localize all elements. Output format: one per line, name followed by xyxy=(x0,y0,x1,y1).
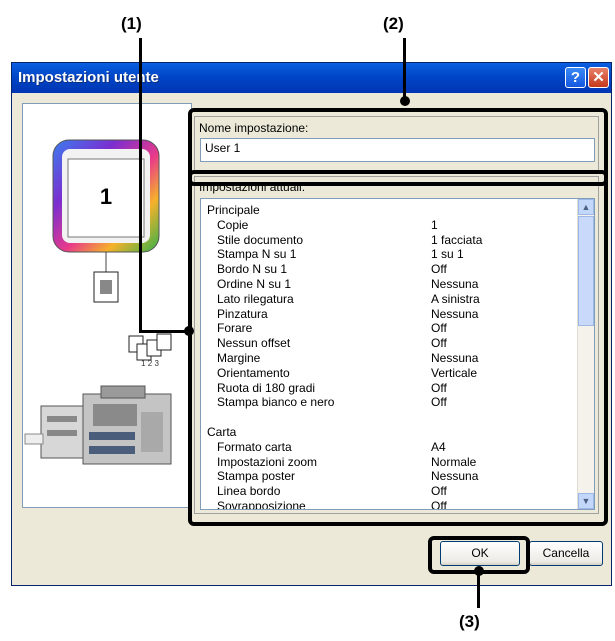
setting-value: Off xyxy=(431,321,447,336)
setting-key: Ruota di 180 gradi xyxy=(217,380,316,395)
setting-key: Linea bordo xyxy=(217,484,281,499)
settings-row: Stampa N su 1 1 su 1 xyxy=(207,247,567,262)
setting-key: Formato carta xyxy=(217,439,292,454)
help-button[interactable]: ? xyxy=(565,67,586,88)
staple-label: 1 2 3 xyxy=(141,359,159,368)
current-settings-list[interactable]: Principale Copie 1 Stile documento 1 facciat… xyxy=(200,198,595,510)
setting-value: Normale xyxy=(431,454,477,469)
scroll-thumb[interactable] xyxy=(578,216,594,326)
settings-row: Stampa poster Nessuna xyxy=(207,469,567,484)
settings-row: Lato rilegatura A sinistra xyxy=(207,292,567,307)
setting-key: Sovrapposizione xyxy=(217,498,306,510)
dialog-title: Impostazioni utente xyxy=(18,69,159,86)
current-settings-label: Impostazioni attuali: xyxy=(199,180,306,194)
vertical-scrollbar[interactable]: ▲ ▼ xyxy=(577,199,594,509)
title-bar[interactable]: Impostazioni utente ? ✕ xyxy=(12,63,611,93)
setting-value: Verticale xyxy=(431,365,478,380)
callout-2: (2) xyxy=(383,14,404,33)
setting-key: Ordine N su 1 xyxy=(217,276,292,291)
setting-value: Nessuna xyxy=(431,276,479,291)
leader-line-2 xyxy=(403,38,406,100)
settings-row: Copie 1 xyxy=(207,218,567,233)
setting-name-input[interactable]: User 1 xyxy=(200,138,595,162)
setting-value: 1 su 1 xyxy=(431,247,464,262)
callout-3: (3) xyxy=(459,612,480,631)
setting-key: Forare xyxy=(217,321,253,336)
setting-key: Pinzatura xyxy=(217,306,268,321)
setting-value: 1 facciata xyxy=(431,232,483,247)
user-settings-dialog: Impostazioni utente ? ✕ 1 1 2 3 Nome imp… xyxy=(11,62,612,586)
settings-row: Linea bordo Off xyxy=(207,484,567,499)
setting-key: Bordo N su 1 xyxy=(217,262,288,277)
settings-row: Nessun offset Off xyxy=(207,336,567,351)
setting-key: Stampa poster xyxy=(217,469,296,484)
setting-key: Stampa N su 1 xyxy=(217,247,297,262)
setting-key: Copie xyxy=(217,217,249,232)
setting-value: Off xyxy=(431,262,447,277)
setting-key: Stile documento xyxy=(217,232,304,247)
print-preview-pane: 1 1 2 3 xyxy=(22,103,192,508)
settings-rows: Principale Copie 1 Stile documento 1 facciat… xyxy=(207,203,567,510)
settings-row: Principale xyxy=(207,203,567,218)
settings-row: Sovrapposizione Off xyxy=(207,498,567,510)
setting-value: 1 xyxy=(431,217,438,232)
settings-row: Ruota di 180 gradi Off xyxy=(207,381,567,396)
setting-key: Margine xyxy=(217,350,261,365)
leader-dot-3 xyxy=(474,566,484,576)
preview-illustration: 1 1 2 3 xyxy=(24,139,172,465)
setting-key: Principale xyxy=(207,203,260,217)
settings-row: Formato carta A4 xyxy=(207,440,567,455)
setting-key: Stampa bianco e nero xyxy=(217,395,335,410)
setting-value: Nessuna xyxy=(431,350,479,365)
close-button[interactable]: ✕ xyxy=(588,67,609,88)
staple-sheet-4 xyxy=(156,333,172,351)
setting-value: Nessuna xyxy=(431,469,479,484)
scroll-down-button[interactable]: ▼ xyxy=(578,493,594,509)
settings-row: Margine Nessuna xyxy=(207,351,567,366)
leader-line-3 xyxy=(477,572,480,608)
settings-row: Pinzatura Nessuna xyxy=(207,307,567,322)
settings-row: Orientamento Verticale xyxy=(207,366,567,381)
settings-row: Impostazioni zoom Normale xyxy=(207,455,567,470)
setting-value: Off xyxy=(431,484,447,499)
current-settings-group: Impostazioni attuali: Principale Copie 1 St… xyxy=(194,176,599,514)
setting-name-label: Nome impostazione: xyxy=(199,121,309,135)
setting-key: Nessun offset xyxy=(217,336,291,351)
cancel-button[interactable]: Cancella xyxy=(529,541,603,566)
settings-row: Stile documento 1 facciata xyxy=(207,233,567,248)
setting-key: Carta xyxy=(207,424,237,439)
setting-key: Impostazioni zoom xyxy=(217,454,318,469)
leader-line-1-vertical xyxy=(139,38,142,332)
setting-key: Lato rilegatura xyxy=(217,291,294,306)
leader-dot-2 xyxy=(400,96,410,106)
preview-page-number: 1 xyxy=(100,184,112,209)
setting-value: A4 xyxy=(431,439,446,454)
setting-value: A sinistra xyxy=(431,291,480,306)
settings-row: Stampa bianco e nero Off xyxy=(207,395,567,410)
settings-row: Ordine N su 1 Nessuna xyxy=(207,277,567,292)
setting-value: Off xyxy=(431,380,447,395)
ok-button[interactable]: OK xyxy=(440,541,520,566)
scroll-up-button[interactable]: ▲ xyxy=(578,199,594,215)
setting-value: Off xyxy=(431,395,447,410)
settings-row: Forare Off xyxy=(207,321,567,336)
setting-name-group: Nome impostazione: User 1 xyxy=(194,116,599,172)
setting-value: Off xyxy=(431,498,447,510)
setting-value: Off xyxy=(431,336,447,351)
setting-value: Nessuna xyxy=(431,306,479,321)
setting-key: Orientamento xyxy=(217,365,290,380)
leader-dot-1 xyxy=(184,326,194,336)
settings-row: Carta xyxy=(207,425,567,440)
settings-row xyxy=(207,410,567,425)
leader-line-1-horizontal xyxy=(139,330,189,333)
callout-1: (1) xyxy=(121,14,142,33)
settings-row: Bordo N su 1 Off xyxy=(207,262,567,277)
